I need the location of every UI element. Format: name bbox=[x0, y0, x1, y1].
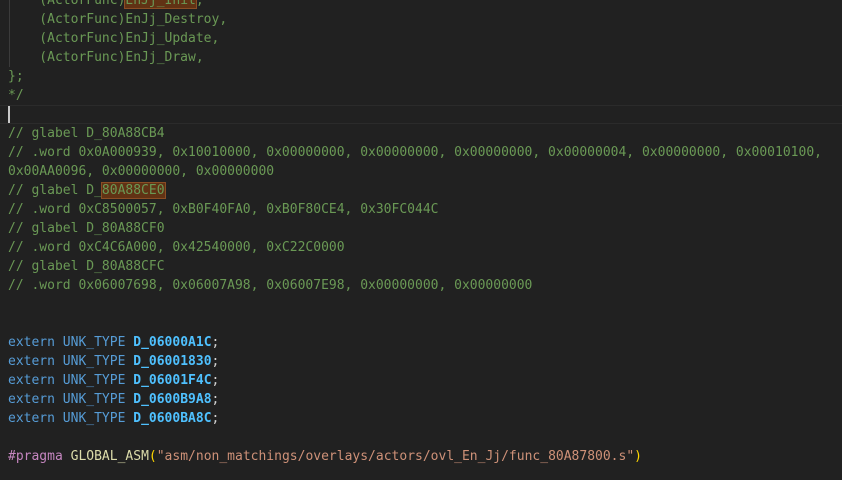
indent-guide bbox=[9, 48, 10, 67]
code-line[interactable]: // glabel D_80A88CFC bbox=[0, 257, 842, 276]
code-line[interactable]: }; bbox=[0, 67, 842, 86]
code-line[interactable]: (ActorFunc)EnJj_Destroy, bbox=[0, 10, 842, 29]
code-token: D_0600BA8C bbox=[133, 411, 211, 426]
code-line[interactable]: (ActorFunc)EnJj_Draw, bbox=[0, 48, 842, 67]
code-token: ; bbox=[212, 392, 220, 407]
code-token: // .word 0xC4C6A000, 0x42540000, 0xC22C0… bbox=[8, 240, 345, 255]
code-line[interactable]: extern UNK_TYPE D_06000A1C; bbox=[0, 333, 842, 352]
code-token: UNK_TYPE bbox=[63, 411, 133, 426]
code-line[interactable]: extern UNK_TYPE D_06001F4C; bbox=[0, 371, 842, 390]
text-cursor bbox=[8, 106, 10, 123]
code-token: 0x00AA0096, 0x00000000, 0x00000000 bbox=[8, 164, 274, 179]
code-token: (ActorFunc)EnJj_Destroy, bbox=[8, 12, 227, 27]
code-token: UNK_TYPE bbox=[63, 354, 133, 369]
code-token: GLOBAL_ASM bbox=[71, 449, 149, 464]
code-line[interactable]: (ActorFunc)EnJj_Update, bbox=[0, 29, 842, 48]
search-match-highlight: EnJj_Init bbox=[125, 0, 195, 8]
code-token: ; bbox=[212, 335, 220, 350]
code-token: extern bbox=[8, 411, 63, 426]
code-token: UNK_TYPE bbox=[63, 392, 133, 407]
editor-screen: (ActorFunc)EnJj_Init, (ActorFunc)EnJj_De… bbox=[0, 0, 842, 480]
search-match-highlight: 80A88CE0 bbox=[102, 183, 165, 198]
code-token: }; bbox=[8, 69, 24, 84]
code-line[interactable]: extern UNK_TYPE D_0600B9A8; bbox=[0, 390, 842, 409]
code-line[interactable]: // .word 0x0A000939, 0x10010000, 0x00000… bbox=[0, 143, 842, 162]
code-line[interactable]: // .word 0xC8500057, 0xB0F40FA0, 0xB0F80… bbox=[0, 200, 842, 219]
code-token: ; bbox=[212, 411, 220, 426]
code-token: ) bbox=[634, 449, 642, 464]
code-token: D_06000A1C bbox=[133, 335, 211, 350]
code-token: #pragma bbox=[8, 449, 71, 464]
indent-guide bbox=[9, 29, 10, 48]
code-token: UNK_TYPE bbox=[63, 335, 133, 350]
indent-guide bbox=[9, 10, 10, 29]
code-token: D_06001F4C bbox=[133, 373, 211, 388]
code-token: UNK_TYPE bbox=[63, 373, 133, 388]
code-token: // .word 0x0A000939, 0x10010000, 0x00000… bbox=[8, 145, 822, 160]
code-line[interactable]: // glabel D_80A88CE0 bbox=[0, 181, 842, 200]
code-token: extern bbox=[8, 373, 63, 388]
code-token: D_06001830 bbox=[133, 354, 211, 369]
code-token: // .word 0xC8500057, 0xB0F40FA0, 0xB0F80… bbox=[8, 202, 438, 217]
code-line[interactable]: extern UNK_TYPE D_06001830; bbox=[0, 352, 842, 371]
code-token: ; bbox=[212, 354, 220, 369]
code-line[interactable] bbox=[0, 428, 842, 447]
code-line[interactable] bbox=[0, 295, 842, 314]
code-token: "asm/non_matchings/overlays/actors/ovl_E… bbox=[157, 449, 634, 464]
code-token: extern bbox=[8, 335, 63, 350]
code-token: // glabel D_80A88CB4 bbox=[8, 126, 165, 141]
code-line[interactable]: 0x00AA0096, 0x00000000, 0x00000000 bbox=[0, 162, 842, 181]
code-editor[interactable]: (ActorFunc)EnJj_Init, (ActorFunc)EnJj_De… bbox=[0, 0, 842, 480]
code-token: // .word 0x06007698, 0x06007A98, 0x06007… bbox=[8, 278, 532, 293]
code-token: (ActorFunc)EnJj_Draw, bbox=[8, 50, 204, 65]
code-line[interactable]: // .word 0xC4C6A000, 0x42540000, 0xC22C0… bbox=[0, 238, 842, 257]
current-code-line[interactable] bbox=[0, 105, 842, 124]
code-token: , bbox=[196, 0, 204, 8]
code-line[interactable] bbox=[0, 466, 842, 480]
indent-guide bbox=[9, 0, 10, 10]
code-line[interactable]: #pragma GLOBAL_ASM("asm/non_matchings/ov… bbox=[0, 447, 842, 466]
code-line[interactable]: // .word 0x06007698, 0x06007A98, 0x06007… bbox=[0, 276, 842, 295]
code-token: D_0600B9A8 bbox=[133, 392, 211, 407]
code-token: // glabel D_ bbox=[8, 183, 102, 198]
code-token: // glabel D_80A88CFC bbox=[8, 259, 165, 274]
code-token: */ bbox=[8, 88, 24, 103]
code-token: ; bbox=[212, 373, 220, 388]
code-token: extern bbox=[8, 354, 63, 369]
code-token: (ActorFunc)EnJj_Update, bbox=[8, 31, 219, 46]
code-line[interactable]: */ bbox=[0, 86, 842, 105]
code-line[interactable]: // glabel D_80A88CB4 bbox=[0, 124, 842, 143]
code-line[interactable]: (ActorFunc)EnJj_Init, bbox=[0, 0, 842, 10]
code-token: // glabel D_80A88CF0 bbox=[8, 221, 165, 236]
code-token: extern bbox=[8, 392, 63, 407]
code-token: ( bbox=[149, 449, 157, 464]
code-line[interactable] bbox=[0, 314, 842, 333]
code-token: (ActorFunc) bbox=[8, 0, 125, 8]
code-line[interactable]: extern UNK_TYPE D_0600BA8C; bbox=[0, 409, 842, 428]
code-line[interactable]: // glabel D_80A88CF0 bbox=[0, 219, 842, 238]
